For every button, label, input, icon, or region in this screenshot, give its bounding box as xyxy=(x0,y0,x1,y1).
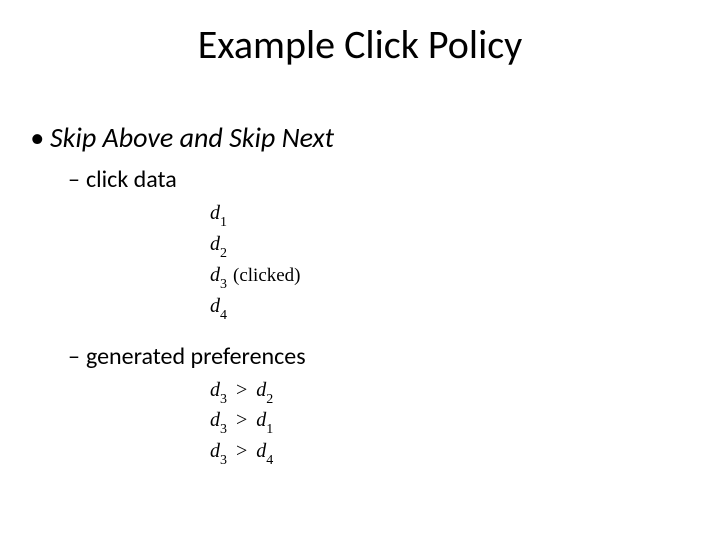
math-var: d xyxy=(210,379,220,401)
math-var: d xyxy=(210,440,220,462)
preference-row: d3 > d4 xyxy=(210,438,690,469)
math-var: d xyxy=(210,233,220,255)
math-sub: 3 xyxy=(220,392,227,407)
click-data-list: d1 d2 d3(clicked) d4 xyxy=(210,200,690,324)
click-data-row: d3 (clicked) xyxy=(210,262,690,293)
preference-row: d3 > d1 xyxy=(210,407,690,438)
slide-title: Example Click Policy xyxy=(0,20,720,69)
slide-body: •Skip Above and Skip Next –click data d1… xyxy=(30,120,690,487)
math-sub: 2 xyxy=(266,392,273,407)
math-sub: 3 xyxy=(220,453,227,468)
bullet-dash-icon: – xyxy=(68,165,86,194)
preferences-list: d3 > d2 d3 > d1 d3 > d4 xyxy=(210,377,690,470)
bullet-l2b-text: generated preferences xyxy=(86,342,306,371)
math-sub: 1 xyxy=(266,422,273,437)
math-var: d xyxy=(210,264,220,286)
bullet-level2-prefs: –generated preferences xyxy=(68,342,690,371)
math-sub: 4 xyxy=(220,308,227,323)
math-var: d xyxy=(210,409,220,431)
bullet-level2-clickdata: –click data xyxy=(68,165,690,194)
preference-row: d3 > d2 xyxy=(210,377,690,408)
click-data-row: d4 xyxy=(210,293,690,324)
math-var: d xyxy=(256,409,266,431)
slide: Example Click Policy •Skip Above and Ski… xyxy=(0,0,720,540)
math-sub: 2 xyxy=(220,246,227,261)
math-sub: 1 xyxy=(220,215,227,230)
math-var: d xyxy=(256,379,266,401)
click-data-row: d1 xyxy=(210,200,690,231)
math-sub: 3 xyxy=(220,277,227,292)
math-op: > xyxy=(236,379,247,401)
math-sub: 4 xyxy=(266,453,273,468)
math-op: > xyxy=(236,409,247,431)
bullet-l2a-text: click data xyxy=(86,165,177,194)
click-data-row: d2 xyxy=(210,231,690,262)
math-sub: 3 xyxy=(220,422,227,437)
bullet-dot-icon: • xyxy=(30,120,50,155)
math-var: d xyxy=(210,295,220,317)
bullet-dash-icon: – xyxy=(68,342,86,371)
math-op: > xyxy=(236,440,247,462)
bullet-l1-text: Skip Above and Skip Next xyxy=(50,120,334,155)
math-var: d xyxy=(210,202,220,224)
bullet-level1: •Skip Above and Skip Next xyxy=(30,120,690,155)
clicked-annotation: (clicked) xyxy=(233,265,301,286)
math-var: d xyxy=(256,440,266,462)
